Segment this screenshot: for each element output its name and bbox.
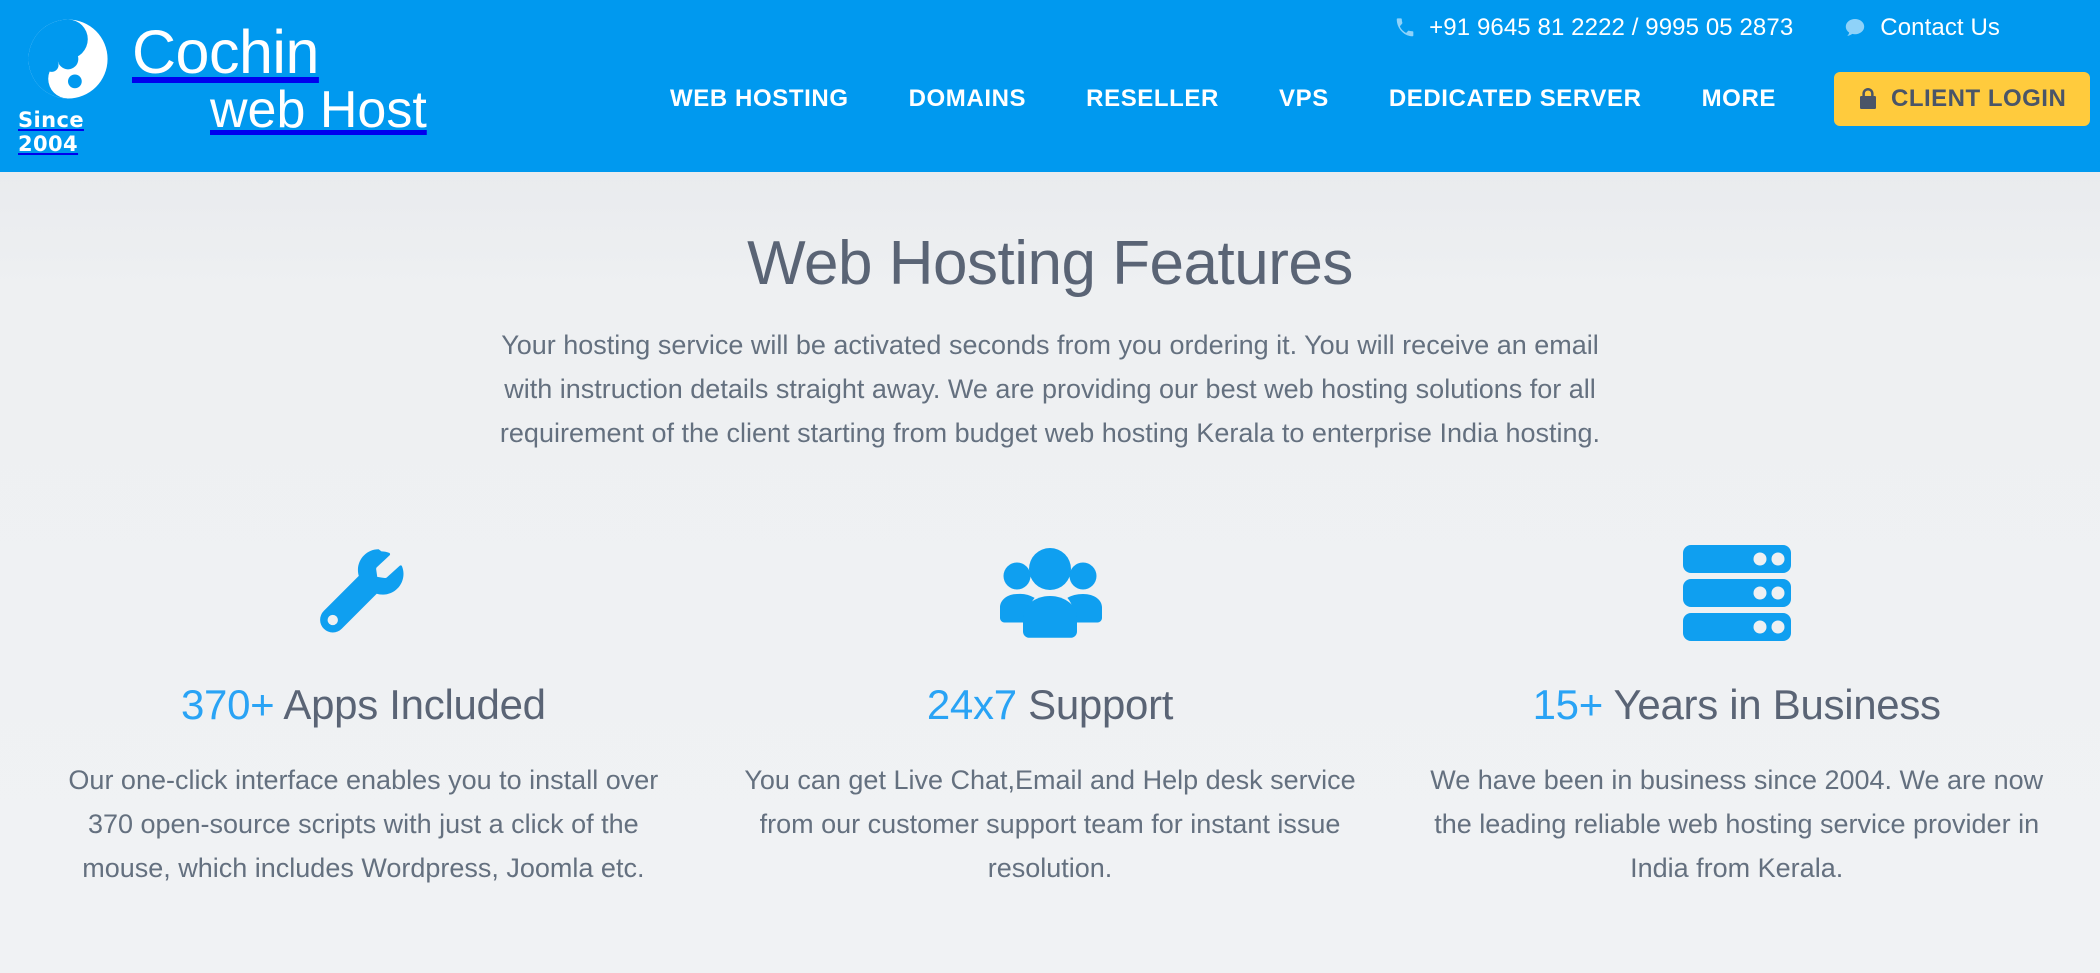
server-stack-icon	[1411, 533, 2062, 653]
feature-card-years-in-business: 15+ Years in Business We have been in bu…	[1393, 533, 2080, 890]
feature-title: 370+ Apps Included	[38, 681, 689, 729]
chat-bubble-icon	[1843, 16, 1867, 40]
feature-description: You can get Live Chat,Email and Help des…	[744, 765, 1356, 883]
feature-title-rest: Support	[1016, 681, 1174, 729]
feature-title: 15+ Years in Business	[1411, 681, 2062, 729]
nav-item-vps[interactable]: VPS	[1249, 85, 1359, 113]
wrench-icon	[38, 533, 689, 653]
site-logo[interactable]: Since 2004 Cochin web Host	[18, 16, 427, 156]
feature-title-highlight: 24x7	[926, 681, 1017, 729]
nav-item-dedicated-server[interactable]: DEDICATED SERVER	[1359, 85, 1672, 113]
feature-title-rest: Apps Included	[274, 681, 546, 729]
logo-mark: Since 2004	[18, 16, 118, 156]
phone-number: +91 9645 81 2222 / 9995 05 2873	[1429, 14, 1794, 41]
feature-description: We have been in business since 2004. We …	[1430, 765, 2044, 883]
nav-item-more[interactable]: MORE	[1672, 85, 1806, 113]
page-title: Web Hosting Features	[747, 229, 1353, 298]
logo-line-1: Cochin	[132, 18, 319, 86]
logo-line-2: web Host	[210, 81, 427, 139]
main-navigation: WEB HOSTING DOMAINS RESELLER VPS DEDICAT…	[640, 72, 2091, 126]
nav-item-domains[interactable]: DOMAINS	[879, 85, 1057, 113]
feature-title-rest: Years in Business	[1602, 681, 1942, 729]
contact-us-link[interactable]: Contact Us	[1843, 14, 2000, 42]
phone-icon	[1394, 17, 1416, 39]
lock-icon	[1858, 87, 1878, 111]
phone-link[interactable]: +91 9645 81 2222 / 9995 05 2873	[1394, 14, 1793, 42]
features-grid: 370+ Apps Included Our one-click interfa…	[0, 533, 2100, 890]
feature-card-support: 24x7 Support You can get Live Chat,Email…	[707, 533, 1394, 890]
intro-paragraph: Your hosting service will be activated s…	[499, 330, 1601, 448]
site-header: +91 9645 81 2222 / 9995 05 2873 Contact …	[0, 0, 2100, 172]
feature-card-apps-included: 370+ Apps Included Our one-click interfa…	[20, 533, 707, 890]
client-login-button[interactable]: CLIENT LOGIN	[1833, 72, 2091, 126]
logo-since-label: Since 2004	[18, 108, 84, 156]
nav-item-web-hosting[interactable]: WEB HOSTING	[640, 85, 879, 113]
feature-title: 24x7 Support	[725, 681, 1376, 729]
feature-title-highlight: 370+	[180, 681, 275, 729]
logo-wordmark: Cochin web Host	[132, 16, 427, 139]
feature-description: Our one-click interface enables you to i…	[68, 765, 659, 883]
feature-title-highlight: 15+	[1532, 681, 1604, 729]
nav-item-reseller[interactable]: RESELLER	[1056, 85, 1249, 113]
top-utility-bar: +91 9645 81 2222 / 9995 05 2873 Contact …	[1394, 0, 2100, 56]
cochin-circle-logo-icon	[25, 16, 111, 107]
users-group-icon	[725, 533, 1376, 653]
contact-us-label: Contact Us	[1880, 14, 2000, 41]
client-login-label: CLIENT LOGIN	[1890, 85, 2067, 112]
main-content: Web Hosting Features Your hosting servic…	[0, 172, 2100, 973]
